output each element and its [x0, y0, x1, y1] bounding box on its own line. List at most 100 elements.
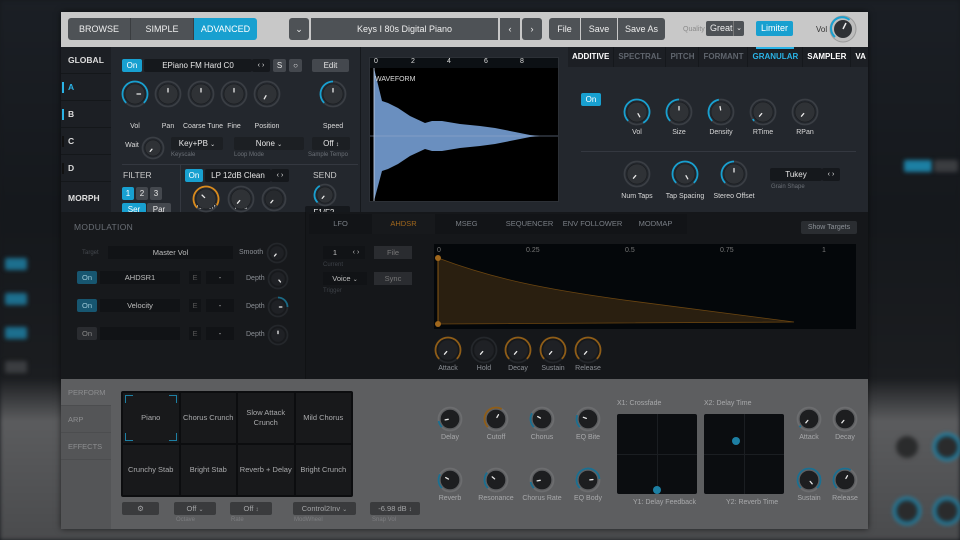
macro-reverb-knob[interactable]	[437, 467, 463, 493]
save-button[interactable]: Save	[581, 18, 617, 40]
source-tab-d[interactable]: D	[61, 155, 111, 182]
save-as-button[interactable]: Save As	[618, 18, 665, 40]
filter-res-knob[interactable]	[227, 185, 255, 213]
engine-tab-additive[interactable]: ADDITIVE	[568, 47, 615, 67]
file-button[interactable]: File	[549, 18, 580, 40]
perform-release-knob[interactable]	[832, 467, 858, 493]
filter-slot-3[interactable]: 3	[150, 187, 162, 200]
filter-slot-2[interactable]: 2	[136, 187, 148, 200]
env-hold-knob[interactable]	[470, 336, 498, 364]
source-tab-global[interactable]: GLOBAL	[61, 47, 111, 74]
preset-next-button[interactable]: ›	[522, 18, 542, 40]
sample-prev-next[interactable]: ‹ ›	[252, 59, 270, 72]
loop-mode-select[interactable]: None ⌄	[234, 137, 304, 150]
edit-button[interactable]: Edit	[312, 59, 349, 72]
rate-stepper[interactable]: Off ↕	[230, 502, 272, 515]
env-current-prev-next[interactable]: ‹ ›	[347, 246, 365, 259]
wait-knob[interactable]	[141, 136, 165, 160]
env-attack-knob[interactable]	[434, 336, 462, 364]
env-sync-button[interactable]: Sync	[374, 272, 412, 285]
env-decay-knob[interactable]	[504, 336, 532, 364]
source-tab-morph[interactable]: MORPH	[61, 185, 111, 212]
trigger-select[interactable]: Voice ⌄	[323, 272, 367, 285]
filter-type-display[interactable]: LP 12dB Clean	[205, 169, 271, 182]
side-tab-perform[interactable]: PERFORM	[61, 379, 111, 406]
fine-tune-knob[interactable]	[220, 80, 248, 108]
env-file-button[interactable]: File	[374, 246, 412, 259]
pad-bright-stab[interactable]: Bright Stab	[180, 445, 236, 495]
mod-row-1-source[interactable]: AHDSR1	[100, 271, 180, 284]
octave-select[interactable]: Off ⌄	[174, 502, 216, 515]
perform-attack-knob[interactable]	[796, 406, 822, 432]
source-pan-knob[interactable]	[154, 80, 182, 108]
sample-tempo-stepper[interactable]: Off ↕	[312, 137, 350, 150]
engine-tab-formant[interactable]: FORMANT	[699, 47, 749, 67]
master-vol-knob[interactable]	[829, 15, 857, 43]
mod-row-1-depth-knob[interactable]	[267, 268, 289, 290]
mod-row-2-depth-knob[interactable]	[267, 296, 289, 318]
grain-shape-display[interactable]: Tukey	[770, 168, 822, 181]
speed-knob[interactable]	[319, 80, 347, 108]
granular-on-toggle[interactable]: On	[581, 93, 601, 106]
filter-on-toggle[interactable]: On	[185, 169, 203, 182]
macro-delay-knob[interactable]	[437, 406, 463, 432]
source-tab-c[interactable]: C	[61, 128, 111, 155]
num-taps-knob[interactable]	[623, 160, 651, 188]
env-release-knob[interactable]	[574, 336, 602, 364]
mod-tab-lfo[interactable]: LFO	[309, 214, 372, 234]
preset-dropdown-button[interactable]: ⌄	[289, 18, 309, 40]
preset-prev-button[interactable]: ‹	[500, 18, 520, 40]
mod-tab-env-follower[interactable]: ENV FOLLOWER	[561, 214, 624, 234]
preset-name-display[interactable]: Keys I 80s Digital Piano	[311, 18, 498, 40]
env-current-display[interactable]: 1	[323, 246, 347, 259]
pad-mild-chorus[interactable]: Mild Chorus	[295, 393, 351, 443]
pad-bright-crunch[interactable]: Bright Crunch	[295, 445, 351, 495]
tap-spacing-knob[interactable]	[671, 160, 699, 188]
mod-row-3-e-button[interactable]: E	[189, 327, 201, 340]
perform-decay-knob[interactable]	[832, 406, 858, 432]
filter-disabled-knob[interactable]	[261, 186, 287, 212]
mod-tab-modmap[interactable]: MODMAP	[624, 214, 687, 234]
pad-chorus-crunch[interactable]: Chorus Crunch	[180, 393, 236, 443]
modwheel-select[interactable]: Control2Inv ⌄	[293, 502, 356, 515]
limiter-button[interactable]: Limiter	[756, 21, 793, 36]
mod-row-3-depth-knob[interactable]	[267, 324, 289, 346]
xy-pad-2[interactable]	[704, 414, 784, 494]
filter-type-prev-next[interactable]: ‹ ›	[271, 169, 289, 182]
macro-chorus-knob[interactable]	[529, 406, 555, 432]
granular-vol-knob[interactable]	[623, 98, 651, 126]
mod-tab-ahdsr[interactable]: AHDSR	[372, 214, 435, 234]
mod-row-3-on-toggle[interactable]: On	[77, 327, 97, 340]
source-tab-a[interactable]: A	[61, 74, 111, 101]
sample-name-display[interactable]: EPiano FM Hard C0	[144, 59, 252, 72]
macro-eq-bite-knob[interactable]	[575, 406, 601, 432]
macro-eq-body-knob[interactable]	[575, 467, 601, 493]
mod-row-2-via[interactable]: -	[206, 299, 234, 312]
mode-advanced-button[interactable]: ADVANCED	[194, 18, 257, 40]
filter-slot-1[interactable]: 1	[122, 187, 134, 200]
mod-row-1-via[interactable]: -	[206, 271, 234, 284]
loop-button[interactable]: ○	[289, 59, 302, 72]
filter-cutoff-knob[interactable]	[192, 185, 220, 213]
ahdsr-envelope-display[interactable]: 0 0.25 0.5 0.75 1	[434, 244, 856, 329]
granular-rpan-knob[interactable]	[791, 98, 819, 126]
xy-pad-1[interactable]	[617, 414, 697, 494]
mod-row-2-on-toggle[interactable]: On	[77, 299, 97, 312]
pad-crunchy-stab[interactable]: Crunchy Stab	[123, 445, 179, 495]
source-vol-knob[interactable]	[121, 80, 149, 108]
mod-row-3-source[interactable]	[100, 327, 180, 340]
target-select[interactable]: Master Vol	[108, 246, 233, 259]
snap-vol-stepper[interactable]: -6.98 dB ↕	[370, 502, 420, 515]
grain-shape-prev-next[interactable]: ‹ ›	[822, 168, 840, 181]
smooth-knob[interactable]	[266, 242, 288, 264]
mod-row-1-on-toggle[interactable]: On	[77, 271, 97, 284]
perform-settings-button[interactable]: ⚙	[122, 502, 159, 515]
xy-pad-1-handle[interactable]	[653, 486, 661, 494]
xy-pad-2-handle[interactable]	[732, 437, 740, 445]
mod-row-1-e-button[interactable]: E	[189, 271, 201, 284]
env-sustain-knob[interactable]	[539, 336, 567, 364]
coarse-tune-knob[interactable]	[187, 80, 215, 108]
macro-resonance-knob[interactable]	[483, 467, 509, 493]
engine-tab-va[interactable]: VA	[851, 47, 871, 67]
mod-row-2-source[interactable]: Velocity	[100, 299, 180, 312]
